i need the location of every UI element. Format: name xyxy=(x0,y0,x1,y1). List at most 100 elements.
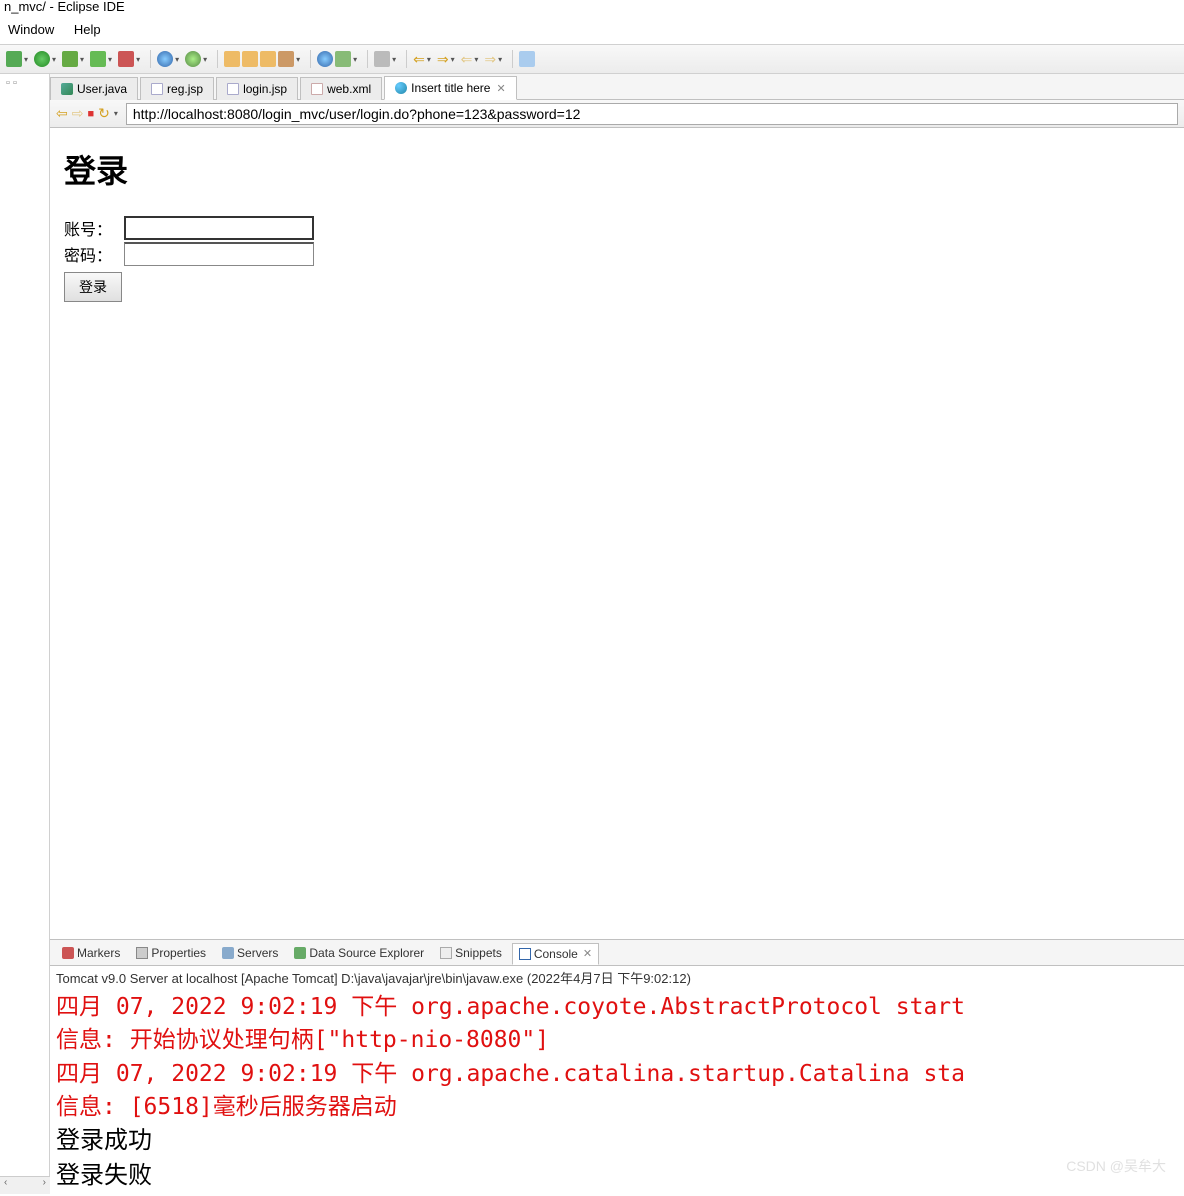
tab-console[interactable]: Console ✕ xyxy=(512,943,599,965)
jsp-file-icon xyxy=(227,83,239,95)
dropdown-icon[interactable]: ▾ xyxy=(474,55,478,64)
xml-file-icon xyxy=(311,83,323,95)
open-icon[interactable] xyxy=(242,51,258,67)
window-title: n_mvc/ - Eclipse IDE xyxy=(0,0,1184,18)
tab-servers[interactable]: Servers xyxy=(216,943,284,963)
separator xyxy=(406,50,407,68)
nav-fwd-icon[interactable]: ⇒ xyxy=(484,51,496,68)
close-icon[interactable]: ✕ xyxy=(583,947,592,960)
tab-label: Data Source Explorer xyxy=(309,946,424,960)
console-icon xyxy=(519,948,531,960)
dropdown-icon[interactable]: ▾ xyxy=(427,55,431,64)
run-icon[interactable] xyxy=(34,51,50,67)
menu-bar: Window Help xyxy=(0,18,1184,44)
web-browser-icon xyxy=(395,82,407,94)
url-input[interactable] xyxy=(126,103,1178,125)
tab-user-java[interactable]: User.java xyxy=(50,77,138,100)
dropdown-icon[interactable]: ▾ xyxy=(451,55,455,64)
tab-dse[interactable]: Data Source Explorer xyxy=(288,943,430,963)
dropdown-icon[interactable]: ▾ xyxy=(175,55,179,64)
back-icon[interactable]: ⇐ xyxy=(413,51,425,68)
separator xyxy=(512,50,513,68)
save-icon[interactable] xyxy=(260,51,276,67)
java-file-icon xyxy=(61,83,73,95)
dropdown-icon[interactable]: ▾ xyxy=(24,55,28,64)
forward-icon[interactable]: ⇒ xyxy=(437,51,449,68)
servers-icon xyxy=(222,947,234,959)
log-line: 登录成功 xyxy=(56,1128,152,1154)
tab-properties[interactable]: Properties xyxy=(130,943,212,963)
main-toolbar: ▾ ▾ ▾ ▾ ▾ ▾ ▾ ▾ ▾ ▾ ⇐▾ ⇒▾ ⇐▾ ⇒▾ xyxy=(0,44,1184,74)
dropdown-icon[interactable]: ▾ xyxy=(108,55,112,64)
tab-snippets[interactable]: Snippets xyxy=(434,943,508,963)
snippets-icon xyxy=(440,947,452,959)
browser-page: 登录 账号： 密码： 登录 xyxy=(50,128,1184,939)
new-icon[interactable] xyxy=(224,51,240,67)
debug-icon[interactable] xyxy=(6,51,22,67)
dropdown-icon[interactable]: ▾ xyxy=(114,109,118,118)
dropdown-icon[interactable]: ▾ xyxy=(498,55,502,64)
menu-help[interactable]: Help xyxy=(74,22,101,37)
jsp-file-icon xyxy=(151,83,163,95)
close-icon[interactable]: ✕ xyxy=(496,82,505,95)
markers-icon xyxy=(62,947,74,959)
tab-label: web.xml xyxy=(327,82,371,96)
console-output: 四月 07, 2022 9:02:19 下午 org.apache.coyote… xyxy=(50,989,1184,1196)
bottom-tabs: Markers Properties Servers Data Source E… xyxy=(50,940,1184,966)
menu-window[interactable]: Window xyxy=(8,22,54,37)
watermark: CSDN @吴牟大 xyxy=(1066,1156,1166,1176)
password-input[interactable] xyxy=(124,242,314,266)
login-form: 账号： 密码： 登录 xyxy=(64,216,1170,302)
nav-stop-icon[interactable]: ■ xyxy=(87,108,94,120)
search-icon[interactable] xyxy=(335,51,351,67)
tab-web-xml[interactable]: web.xml xyxy=(300,77,382,100)
main-area: User.java reg.jsp login.jsp web.xml Inse… xyxy=(50,74,1184,1196)
login-button[interactable]: 登录 xyxy=(64,272,122,302)
nav-back-icon[interactable]: ⇦ xyxy=(56,105,68,122)
scroll-arrows[interactable]: ‹› xyxy=(0,1176,50,1194)
tab-markers[interactable]: Markers xyxy=(56,943,126,963)
dropdown-icon[interactable]: ▾ xyxy=(296,55,300,64)
dropdown-icon[interactable]: ▾ xyxy=(203,55,207,64)
properties-icon xyxy=(136,947,148,959)
database-icon xyxy=(294,947,306,959)
log-line: 四月 07, 2022 9:02:19 下午 org.apache.catali… xyxy=(56,1061,965,1087)
password-label: 密码： xyxy=(64,242,124,266)
globe-icon[interactable] xyxy=(157,51,173,67)
tab-label: Properties xyxy=(151,946,206,960)
tab-label: Snippets xyxy=(455,946,502,960)
pin-icon[interactable] xyxy=(519,51,535,67)
nav-refresh-icon[interactable]: ↻ xyxy=(98,105,110,122)
tab-label: reg.jsp xyxy=(167,82,203,96)
dropdown-icon[interactable]: ▾ xyxy=(353,55,357,64)
minimize-restore-icon[interactable]: ▫ ▫ xyxy=(6,77,17,89)
tab-label: User.java xyxy=(77,82,127,96)
bottom-panel: Markers Properties Servers Data Source E… xyxy=(50,939,1184,1196)
dropdown-icon[interactable]: ▾ xyxy=(52,55,56,64)
coverage-icon[interactable] xyxy=(90,51,106,67)
run-last-icon[interactable] xyxy=(62,51,78,67)
log-line: 四月 07, 2022 9:02:19 下午 org.apache.coyote… xyxy=(56,994,965,1020)
nav-forward-icon[interactable]: ⇨ xyxy=(72,105,84,122)
dropdown-icon[interactable]: ▾ xyxy=(136,55,140,64)
tab-label: Console xyxy=(534,947,578,961)
task-icon[interactable] xyxy=(374,51,390,67)
account-input[interactable] xyxy=(124,216,314,240)
stop-icon[interactable] xyxy=(118,51,134,67)
tab-login-jsp[interactable]: login.jsp xyxy=(216,77,298,100)
tab-label: login.jsp xyxy=(243,82,287,96)
separator xyxy=(310,50,311,68)
nav-back-icon[interactable]: ⇐ xyxy=(461,51,473,68)
dropdown-icon[interactable]: ▾ xyxy=(392,55,396,64)
separator xyxy=(150,50,151,68)
browser-icon[interactable] xyxy=(317,51,333,67)
tab-reg-jsp[interactable]: reg.jsp xyxy=(140,77,214,100)
log-line: 信息: 开始协议处理句柄["http-nio-8080"] xyxy=(56,1027,549,1053)
sync-icon[interactable] xyxy=(185,51,201,67)
log-line: 信息: [6518]毫秒后服务器启动 xyxy=(56,1094,397,1120)
tab-browser-active[interactable]: Insert title here ✕ xyxy=(384,76,517,100)
account-label: 账号： xyxy=(64,216,124,240)
dropdown-icon[interactable]: ▾ xyxy=(80,55,84,64)
page-heading: 登录 xyxy=(64,146,1170,192)
wand-icon[interactable] xyxy=(278,51,294,67)
